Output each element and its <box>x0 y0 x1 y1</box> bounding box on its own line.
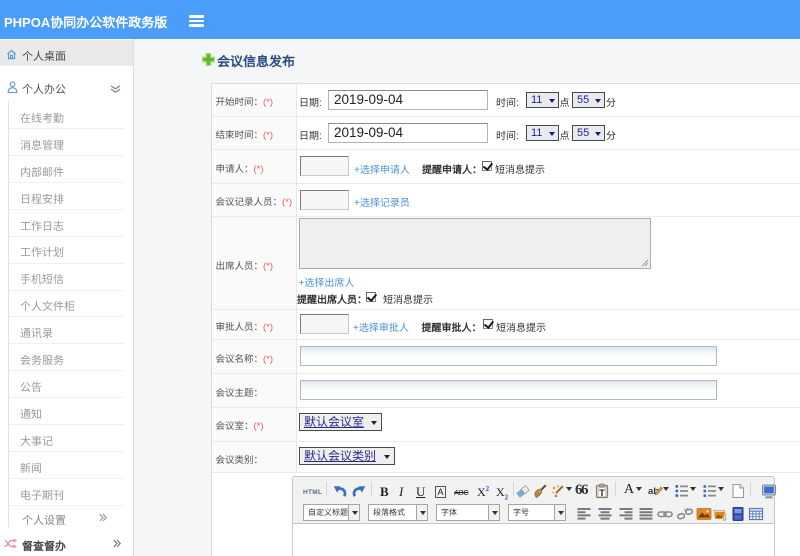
svg-text:T: T <box>599 488 605 498</box>
